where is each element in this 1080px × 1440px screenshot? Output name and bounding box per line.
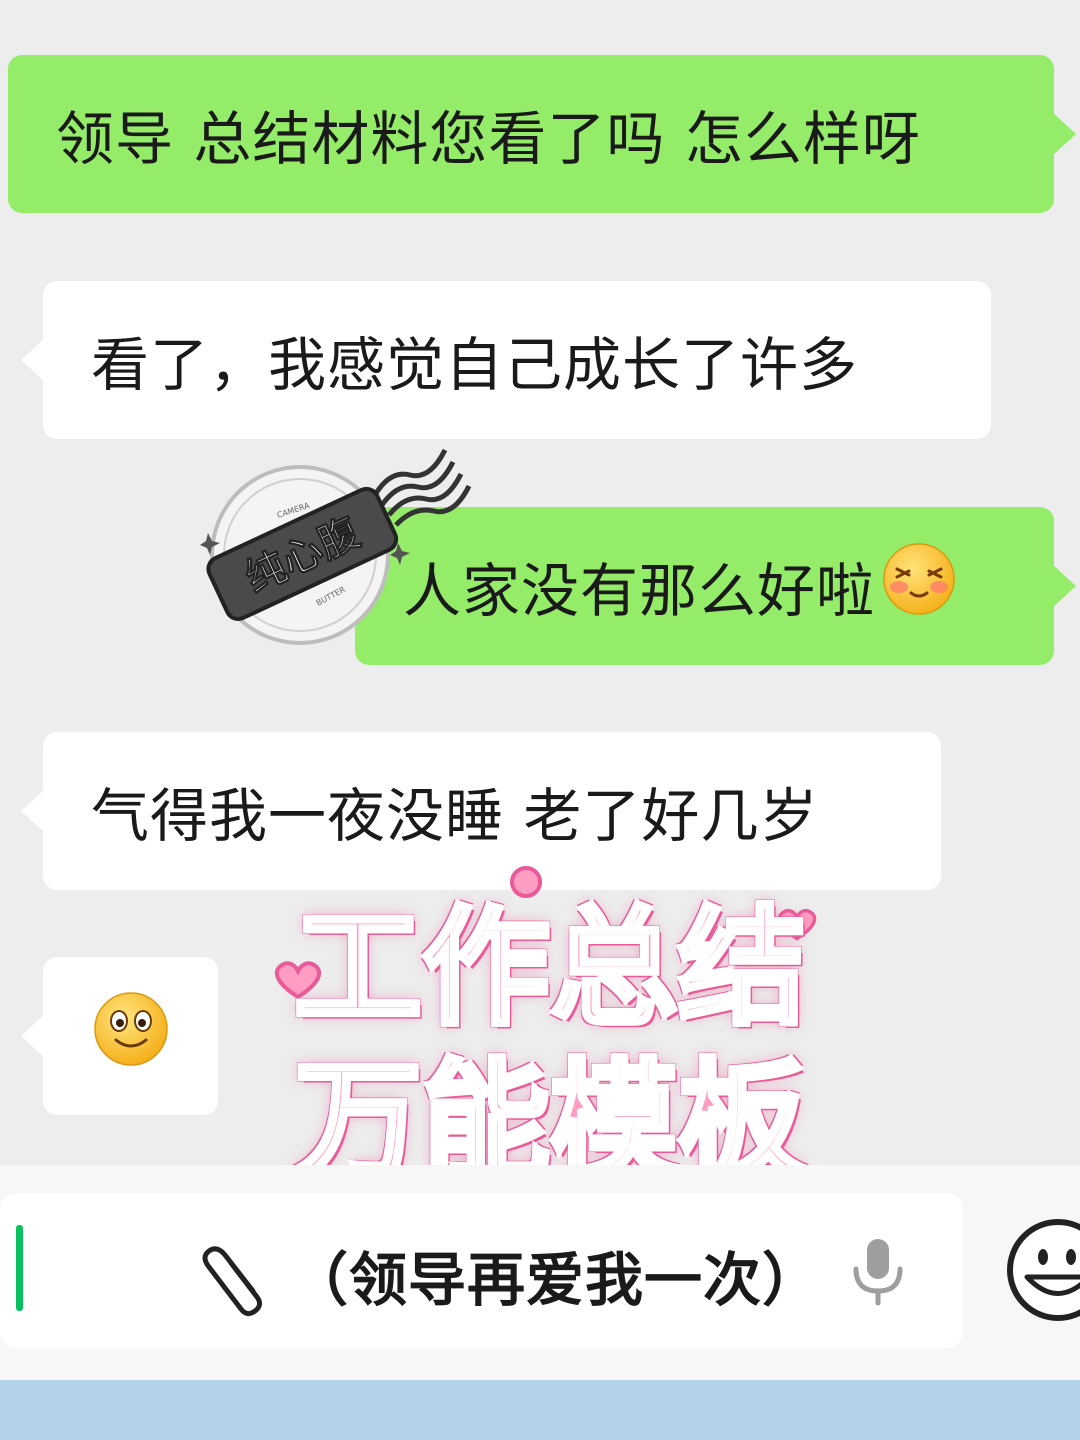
bottom-strip [0, 1380, 1080, 1440]
text-cursor [16, 1225, 23, 1311]
input-text: （领导再爱我一次） [290, 1246, 822, 1314]
message-text: 看了，我感觉自己成长了许多 [91, 331, 859, 399]
emoji-icon[interactable] [1003, 1215, 1080, 1329]
shy-blush-emoji-icon [881, 541, 957, 631]
chat-area[interactable]: 领导 总结材料您看了吗 怎么样呀 看了，我感觉自己成长了许多 人家没有那么好啦 [0, 0, 1080, 1188]
message-text: 领导 总结材料您看了吗 怎么样呀 [56, 105, 921, 173]
message-bubble-incoming[interactable]: 气得我一夜没睡 老了好几岁 [21, 732, 941, 890]
smile-emoji-icon [92, 990, 170, 1082]
message-input[interactable]: （领导再爱我一次） [0, 1193, 963, 1348]
message-bubble-incoming[interactable] [21, 957, 218, 1115]
message-bubble-incoming[interactable]: 看了，我感觉自己成长了许多 [21, 281, 991, 439]
microphone-icon[interactable] [846, 1235, 910, 1313]
overlay-title-line1: 工作总结 [291, 894, 808, 1043]
input-bar: （领导再爱我一次） [0, 1165, 1080, 1380]
paperclip-icon[interactable] [195, 1235, 269, 1325]
message-text: 气得我一夜没睡 老了好几岁 [91, 782, 819, 850]
message-bubble-outgoing[interactable]: 领导 总结材料您看了吗 怎么样呀 [8, 55, 1076, 213]
sticker-badge: CAMERA BUTTER 纯心腹 [190, 430, 490, 660]
